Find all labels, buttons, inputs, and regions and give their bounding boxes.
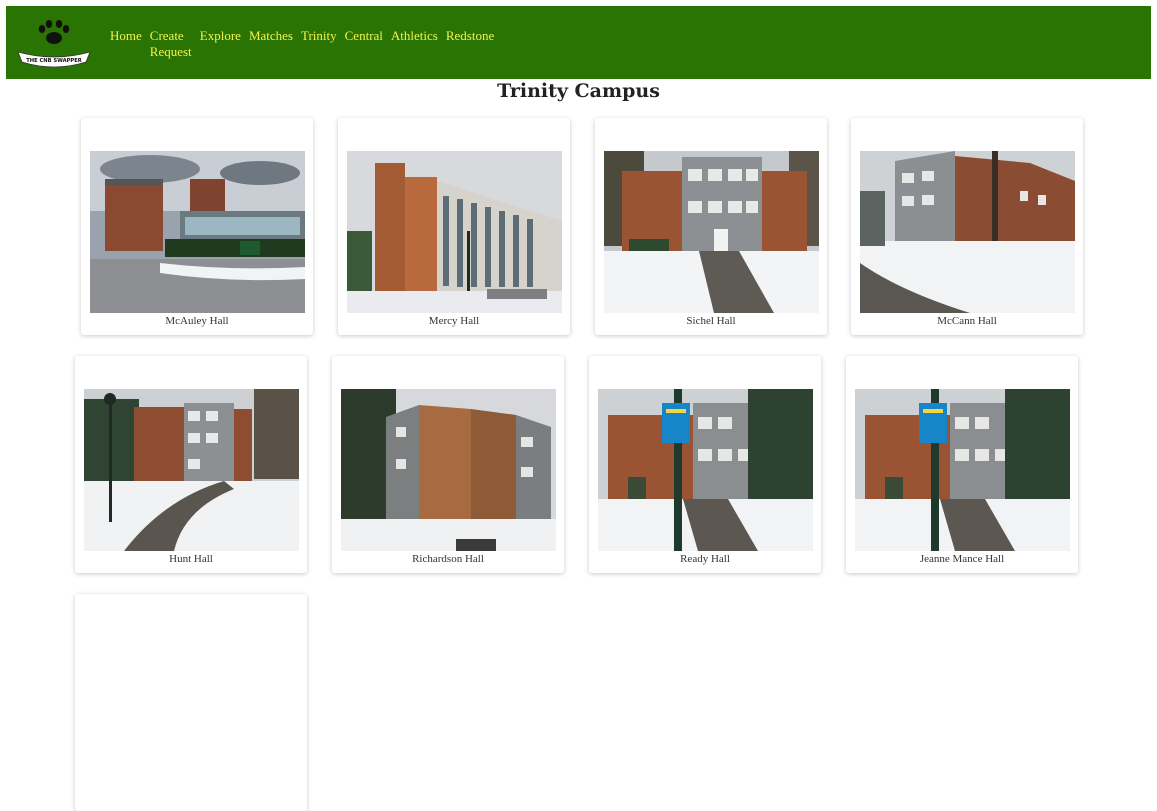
hall-card-ready[interactable]: Ready Hall [589,356,821,573]
hall-card-mcauley[interactable]: McAuley Hall [81,118,313,335]
nav-home-link[interactable]: Home [110,28,142,44]
hall-name: Ready Hall [680,553,730,565]
nav-matches-link[interactable]: Matches [249,28,293,44]
page-title: Trinity Campus [497,80,660,102]
hall-photo [341,389,556,551]
nav-athletics-link[interactable]: Athletics [391,28,438,44]
nav-trinity-link[interactable]: Trinity [301,28,337,44]
hall-photo [347,151,562,313]
hall-card-richardson[interactable]: Richardson Hall [332,356,564,573]
hall-photo [855,389,1070,551]
hall-photo [860,151,1075,313]
svg-text:THE CNB SWAPPER: THE CNB SWAPPER [26,58,82,64]
hall-card-partial[interactable] [75,594,307,811]
hall-card-hunt[interactable]: Hunt Hall [75,356,307,573]
nav-central-link[interactable]: Central [345,28,383,44]
nav-explore-link[interactable]: Explore [200,28,241,44]
hall-name: Richardson Hall [412,553,484,565]
nav-links: Home Create Request Explore Matches Trin… [110,28,502,60]
hall-card-mercy[interactable]: Mercy Hall [338,118,570,335]
hall-photo [84,389,299,551]
cnb-swapper-logo[interactable]: THE CNB SWAPPER [14,18,94,70]
hall-photo [90,151,305,313]
hall-name: McAuley Hall [165,315,229,327]
hall-photo [598,389,813,551]
hall-card-jeanne-mance[interactable]: Jeanne Mance Hall [846,356,1078,573]
top-navbar: THE CNB SWAPPER Home Create Request Expl… [6,6,1151,79]
nav-create-request-link[interactable]: Create Request [150,28,192,60]
hall-photo [604,151,819,313]
hall-name: Sichel Hall [686,315,736,327]
hall-name: Jeanne Mance Hall [919,553,1005,565]
hall-name: Hunt Hall [169,553,213,565]
hall-name: McCann Hall [937,315,997,327]
nav-redstone-link[interactable]: Redstone [446,28,494,44]
hall-card-mccann[interactable]: McCann Hall [851,118,1083,335]
hall-card-sichel[interactable]: Sichel Hall [595,118,827,335]
hall-name: Mercy Hall [428,315,480,327]
